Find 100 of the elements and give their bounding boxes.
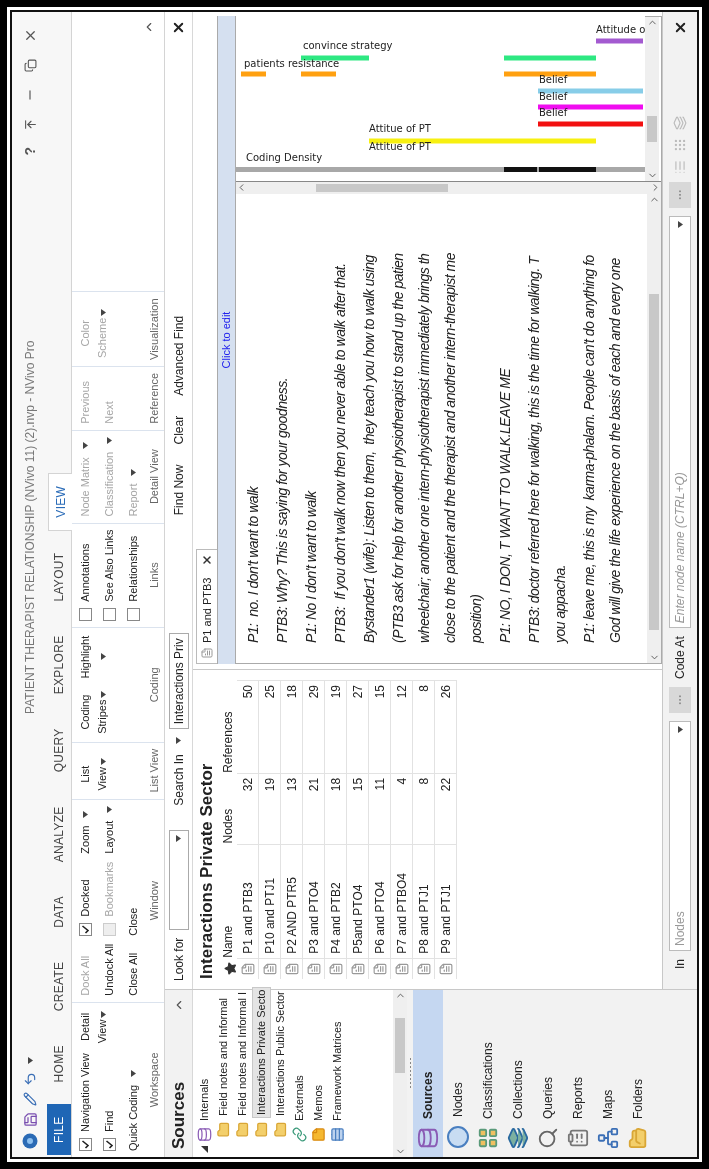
checkbox[interactable]: [126, 607, 140, 621]
edit-link[interactable]: Click to edit: [218, 311, 235, 369]
ribbon-button[interactable]: Layout: [97, 805, 121, 854]
tree-item[interactable]: Interactions Public Sector: [272, 989, 289, 1118]
ribbon-button[interactable]: Close All: [121, 943, 145, 996]
checkbox-option[interactable]: Annotations: [73, 529, 97, 621]
table-cell[interactable]: P5and PTO4: [347, 843, 368, 958]
ribbon-tab[interactable]: CREATE: [47, 949, 71, 1024]
navigation-button[interactable]: Nodes: [443, 990, 473, 1157]
table-cell[interactable]: P1 and PTB3: [237, 843, 258, 958]
list-icon[interactable]: [673, 160, 687, 175]
table-cell[interactable]: P9 and PTJ1: [435, 843, 456, 958]
column-header[interactable]: Name: [219, 843, 237, 958]
tree-item[interactable]: Externals: [291, 1073, 308, 1123]
navigation-button[interactable]: Folders: [623, 990, 653, 1157]
table-cell[interactable]: P8 and PTJ1: [413, 843, 434, 958]
undo-icon[interactable]: [23, 1072, 37, 1086]
column-header[interactable]: References: [219, 680, 237, 773]
navigation-button[interactable]: Sources: [413, 990, 443, 1157]
ribbon-tab[interactable]: ANALYZE: [47, 794, 71, 875]
expander-icon[interactable]: [201, 1146, 208, 1153]
ribbon-button[interactable]: Quick Coding: [121, 1053, 145, 1151]
close-icon[interactable]: [201, 553, 213, 566]
stripe-label[interactable]: Belief: [539, 74, 568, 85]
table-cell[interactable]: P6 and PTO4: [369, 843, 390, 958]
text-scrollbar[interactable]: [647, 194, 661, 663]
ribbon-tab[interactable]: LAYOUT: [47, 540, 71, 614]
save-icon[interactable]: [22, 1112, 38, 1127]
scroll-thumb[interactable]: [315, 184, 449, 192]
tree-item[interactable]: Framework Matrices: [329, 1019, 346, 1123]
table-cell[interactable]: P10 and PTJ1: [259, 843, 280, 958]
scope-button[interactable]: Interactions Priv: [168, 633, 189, 730]
checkbox-option[interactable]: See Also Links: [97, 529, 121, 621]
column-header[interactable]: Nodes: [219, 772, 237, 844]
document-tab[interactable]: P1 and PTB3: [196, 548, 217, 664]
stripes-scrollbar[interactable]: [236, 182, 661, 194]
edit-strip[interactable]: Click to edit: [217, 16, 235, 664]
ribbon-button[interactable]: Close: [121, 861, 145, 936]
stripe-label[interactable]: Attitue of PT: [369, 123, 431, 134]
ribbon-large-button[interactable]: List View: [73, 755, 111, 793]
table-cell[interactable]: P4 and PTB2: [325, 843, 346, 958]
coding-stripe[interactable]: [504, 71, 596, 77]
ribbon-button[interactable]: Undock All: [97, 943, 121, 996]
search-field[interactable]: [168, 829, 189, 930]
find-button[interactable]: Clear: [169, 415, 188, 445]
ribbon-large-button[interactable]: Detail View: [73, 1008, 111, 1046]
help-button[interactable]: ?: [19, 147, 41, 156]
navigation-button[interactable]: Classifications: [473, 990, 503, 1157]
scroll-thumb[interactable]: [649, 294, 659, 630]
checkbox-option[interactable]: Docked: [73, 861, 97, 936]
coding-stripe[interactable]: [538, 121, 643, 127]
ribbon-tab[interactable]: HOME: [47, 1033, 71, 1095]
find-button[interactable]: Advanced Find: [169, 315, 188, 396]
ribbon-button[interactable]: Zoom: [73, 805, 97, 854]
coding-stripe[interactable]: [369, 138, 596, 144]
tree-item[interactable]: Memos: [310, 1082, 327, 1123]
scroll-thumb[interactable]: [647, 116, 657, 142]
tree-item[interactable]: Field notes and Informal I: [234, 989, 251, 1118]
ribbon-tab[interactable]: FILE: [47, 1104, 71, 1155]
stripes-scrollbar[interactable]: [645, 17, 659, 181]
splitter-grip-icon[interactable]: [408, 1058, 412, 1089]
checkbox[interactable]: [78, 1138, 92, 1151]
close-icon[interactable]: [171, 20, 186, 35]
ribbon-display-icon[interactable]: [23, 118, 37, 131]
pencil-icon[interactable]: [23, 1092, 37, 1106]
ribbon-large-button[interactable]: Highlight: [73, 633, 111, 681]
checkbox[interactable]: [102, 1138, 116, 1151]
tree-scrollbar[interactable]: [393, 990, 407, 1157]
tree-item[interactable]: Field notes and Informal: [215, 996, 232, 1118]
stripe-label[interactable]: Belief: [539, 107, 568, 118]
stripe-label[interactable]: Belief: [539, 91, 568, 102]
ribbon-tab[interactable]: QUERY: [47, 716, 71, 785]
stripe-label[interactable]: patients resistance: [244, 58, 340, 69]
coding-stripe[interactable]: [538, 104, 643, 110]
checkbox[interactable]: [78, 922, 92, 936]
navigation-button[interactable]: Collections: [503, 990, 533, 1157]
tree-item[interactable]: Interactions Private Secto: [252, 986, 271, 1118]
ribbon-tab[interactable]: DATA: [47, 884, 71, 940]
ribbon-large-button[interactable]: Coding Stripes: [73, 688, 111, 736]
layers-icon[interactable]: [673, 116, 687, 131]
ribbon-tab[interactable]: VIEW: [48, 472, 72, 531]
restore-icon[interactable]: [23, 59, 37, 72]
tree-item[interactable]: Internals: [196, 1076, 213, 1123]
stripe-label[interactable]: Attitude o: [596, 24, 645, 35]
table-cell[interactable]: P2 AND PTR5: [281, 843, 302, 958]
stripe-label[interactable]: convince strategy: [303, 40, 393, 51]
coding-stripe[interactable]: [596, 38, 643, 44]
browse-button[interactable]: [669, 182, 691, 209]
checkbox-option[interactable]: Relationships: [121, 529, 145, 621]
table-cell[interactable]: P3 and PTO4: [303, 843, 324, 958]
navigation-button[interactable]: Maps: [593, 990, 623, 1157]
coding-stripe[interactable]: [538, 88, 643, 94]
scroll-thumb[interactable]: [395, 1018, 405, 1074]
checkbox-option[interactable]: Navigation View: [73, 1053, 97, 1151]
find-button[interactable]: Find Now: [169, 464, 188, 516]
checkbox-option[interactable]: Find: [97, 1053, 121, 1151]
checkbox[interactable]: [78, 607, 92, 621]
ribbon-tab[interactable]: EXPLORE: [47, 623, 71, 707]
navigation-button[interactable]: Queries: [533, 990, 563, 1157]
browse-button[interactable]: [669, 687, 691, 713]
